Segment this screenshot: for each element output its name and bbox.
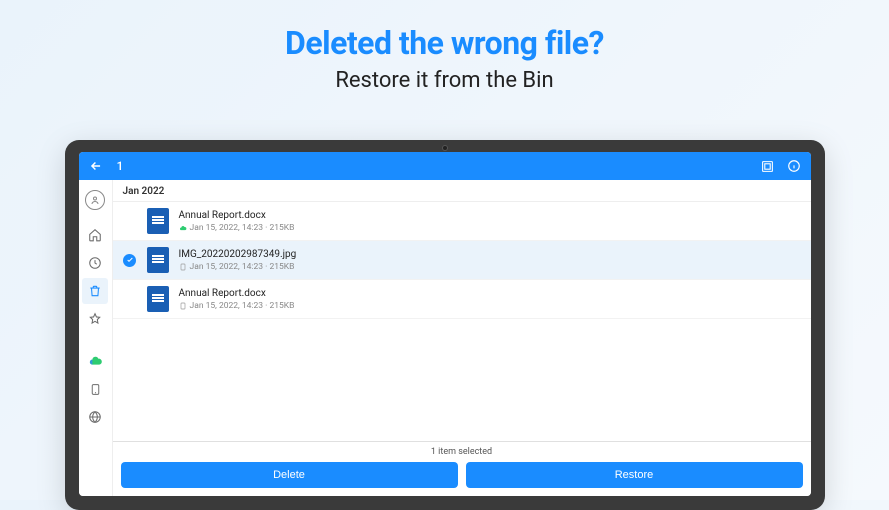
file-meta: Jan 15, 2022, 14:23 · 215KB [179,262,801,272]
document-icon [147,286,169,312]
device-icon [179,263,187,271]
sidebar-favorites[interactable] [82,306,108,332]
file-list: Annual Report.docxJan 15, 2022, 14:23 · … [113,202,811,441]
sidebar-trash[interactable] [82,278,108,304]
select-all-icon[interactable] [761,159,775,173]
file-row[interactable]: Annual Report.docxJan 15, 2022, 14:23 · … [113,280,811,319]
selection-count-title: 1 [117,159,124,173]
file-meta: Jan 15, 2022, 14:23 · 215KB [179,301,801,311]
delete-button[interactable]: Delete [121,462,458,488]
file-meta-text: Jan 15, 2022, 14:23 · 215KB [190,301,295,311]
tablet-frame: 1 [65,140,825,510]
file-name: Annual Report.docx [179,287,801,300]
sidebar-cloud[interactable] [82,348,108,374]
section-header: Jan 2022 [113,180,811,202]
file-name: Annual Report.docx [179,209,801,222]
file-meta: Jan 15, 2022, 14:23 · 215KB [179,223,801,233]
hero-title: Deleted the wrong file? [0,24,889,62]
cloud-icon [179,224,187,232]
top-bar: 1 [79,152,811,180]
restore-button[interactable]: Restore [466,462,803,488]
selection-count-label: 1 item selected [121,447,803,457]
action-bar: 1 item selected Delete Restore [113,441,811,496]
check-icon[interactable] [123,292,137,306]
file-row[interactable]: IMG_20220202987349.jpgJan 15, 2022, 14:2… [113,241,811,280]
sidebar-device[interactable] [82,376,108,402]
info-icon[interactable] [787,159,801,173]
file-meta-text: Jan 15, 2022, 14:23 · 215KB [190,223,295,233]
file-name: IMG_20220202987349.jpg [179,248,801,261]
sidebar [79,180,113,496]
hero-section: Deleted the wrong file? Restore it from … [0,0,889,93]
file-info: IMG_20220202987349.jpgJan 15, 2022, 14:2… [179,248,801,272]
avatar-icon[interactable] [85,190,105,210]
sidebar-recent[interactable] [82,250,108,276]
app-screen: 1 [79,152,811,496]
check-icon[interactable] [123,253,137,267]
document-icon [147,247,169,273]
file-meta-text: Jan 15, 2022, 14:23 · 215KB [190,262,295,272]
document-icon [147,208,169,234]
check-icon[interactable] [123,214,137,228]
hero-subtitle: Restore it from the Bin [0,68,889,93]
sidebar-network[interactable] [82,404,108,430]
sidebar-home[interactable] [82,222,108,248]
main-panel: Jan 2022 Annual Report.docxJan 15, 2022,… [113,180,811,496]
back-icon[interactable] [89,159,103,173]
camera-dot-icon [442,145,448,151]
file-info: Annual Report.docxJan 15, 2022, 14:23 · … [179,287,801,311]
device-icon [179,302,187,310]
file-row[interactable]: Annual Report.docxJan 15, 2022, 14:23 · … [113,202,811,241]
file-info: Annual Report.docxJan 15, 2022, 14:23 · … [179,209,801,233]
